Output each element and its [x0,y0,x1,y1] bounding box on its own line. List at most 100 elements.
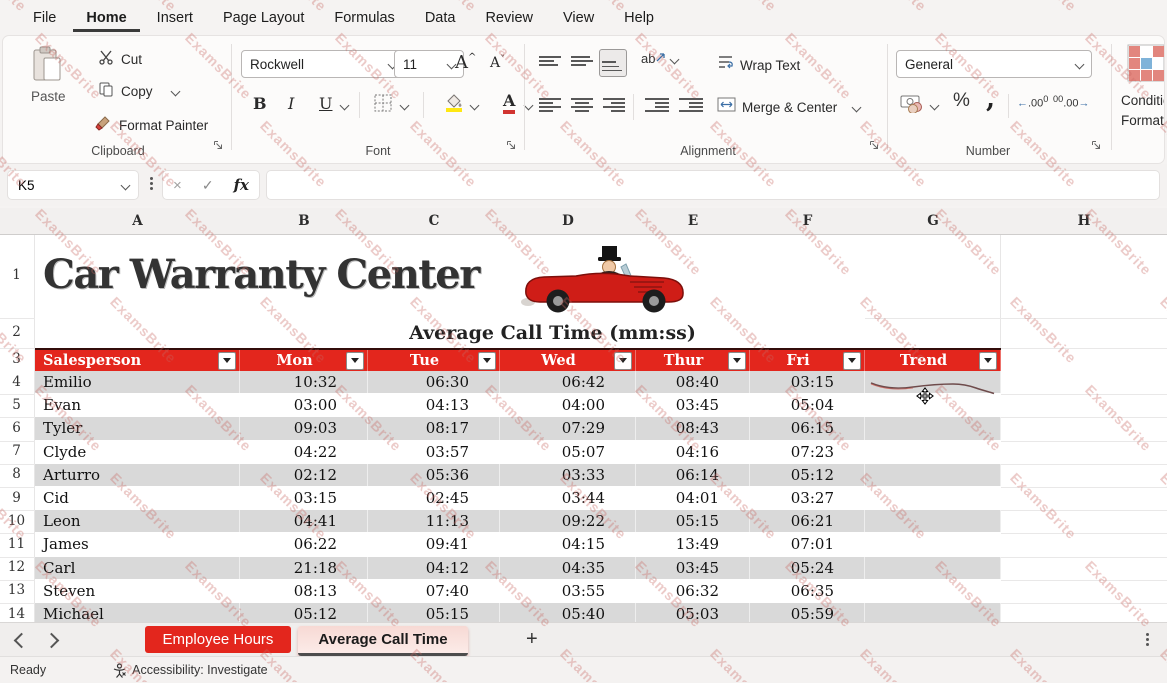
salesperson-cell[interactable]: Leon [35,510,240,532]
copy-button[interactable]: Copy [98,81,179,102]
row-header-10[interactable]: 10 [0,513,33,529]
time-cell[interactable]: 03:45 [636,557,750,579]
time-cell[interactable]: 08:13 [240,580,368,602]
row-header-5[interactable]: 5 [0,397,33,413]
new-sheet-button[interactable]: + [526,628,538,651]
tab-view[interactable]: View [550,4,607,32]
salesperson-cell[interactable]: James [35,533,240,555]
font-dialog-launcher-icon[interactable] [506,138,517,156]
cancel-icon[interactable]: × [173,177,182,194]
time-cell[interactable]: 06:42 [500,371,636,393]
time-cell[interactable]: 03:15 [240,487,368,509]
borders-dropdown-icon[interactable] [400,101,410,111]
next-sheet-icon[interactable] [44,633,60,649]
name-box-dropdown-icon[interactable] [121,180,131,190]
trend-cell[interactable] [865,464,1001,486]
salesperson-cell[interactable]: Emilio [35,371,240,393]
font-color-dropdown-icon[interactable] [524,101,534,111]
row-header-9[interactable]: 9 [0,490,33,506]
align-right-button[interactable] [603,98,625,112]
sheet-tab-employee-hours[interactable]: Employee Hours [145,626,291,653]
decrease-indent-button[interactable] [645,98,669,112]
increase-font-size-button[interactable]: A^ [455,52,476,73]
time-cell[interactable]: 05:04 [750,394,865,416]
row-header-12[interactable]: 12 [0,559,33,575]
column-header-E[interactable]: E [636,208,750,234]
time-cell[interactable]: 09:03 [240,417,368,439]
previous-sheet-icon[interactable] [14,633,30,649]
time-cell[interactable]: 05:59 [750,603,865,622]
time-cell[interactable]: 02:45 [368,487,500,509]
worksheet-grid[interactable]: ABCDEFGH 1234567891011121314 Car Warrant… [0,208,1167,622]
number-format-combobox[interactable]: General [896,50,1092,78]
tab-home[interactable]: Home [73,4,139,32]
underline-button[interactable]: U [319,94,332,113]
time-cell[interactable]: 03:45 [636,394,750,416]
time-cell[interactable]: 08:40 [636,371,750,393]
time-cell[interactable]: 06:32 [636,580,750,602]
salesperson-cell[interactable]: Evan [35,394,240,416]
number-dialog-launcher-icon[interactable] [1091,138,1102,156]
time-cell[interactable]: 04:13 [368,394,500,416]
trend-cell[interactable] [865,510,1001,532]
alignment-dialog-launcher-icon[interactable] [869,138,880,156]
tab-review[interactable]: Review [472,4,546,32]
time-cell[interactable]: 09:41 [368,533,500,555]
time-cell[interactable]: 03:33 [500,464,636,486]
time-cell[interactable]: 05:03 [636,603,750,622]
formula-input[interactable] [267,171,1159,199]
time-cell[interactable]: 03:55 [500,580,636,602]
format-painter-button[interactable]: Format Painter [95,114,208,136]
paste-button[interactable]: Paste [31,46,66,104]
time-cell[interactable]: 13:49 [636,533,750,555]
bottom-align-button[interactable] [599,49,627,77]
decrease-font-size-button[interactable]: Aˇ [490,55,505,71]
name-box[interactable]: K5 [8,171,138,199]
font-color-button[interactable]: A [503,91,515,114]
time-cell[interactable]: 05:40 [500,603,636,622]
filter-dropdown-button[interactable] [614,352,632,370]
salesperson-cell[interactable]: Cid [35,487,240,509]
time-cell[interactable]: 02:12 [240,464,368,486]
underline-dropdown-icon[interactable] [340,101,350,111]
time-cell[interactable]: 04:35 [500,557,636,579]
tab-help[interactable]: Help [611,4,667,32]
accounting-format-icon[interactable] [900,93,924,118]
clipboard-dialog-launcher-icon[interactable] [213,138,224,156]
time-cell[interactable]: 08:17 [368,417,500,439]
tab-data[interactable]: Data [412,4,469,32]
increase-decimal-button[interactable]: ←.000 [1017,94,1048,110]
decrease-decimal-button[interactable]: 00.00→ [1053,94,1089,110]
middle-align-button[interactable] [571,56,593,66]
trend-cell[interactable] [865,417,1001,439]
fill-color-dropdown-icon[interactable] [470,101,480,111]
filter-dropdown-button[interactable] [843,352,861,370]
row-header-14[interactable]: 14 [0,606,33,622]
time-cell[interactable]: 04:12 [368,557,500,579]
orientation-button[interactable]: ab [641,51,678,66]
column-header-C[interactable]: C [368,208,500,234]
time-cell[interactable]: 07:23 [750,441,865,463]
row-header-1[interactable]: 1 [0,267,33,283]
time-cell[interactable]: 03:15 [750,371,865,393]
time-cell[interactable]: 05:15 [636,510,750,532]
time-cell[interactable]: 03:57 [368,441,500,463]
borders-icon[interactable] [373,93,393,118]
salesperson-cell[interactable]: Tyler [35,417,240,439]
merge-center-button[interactable]: Merge & Center [717,96,860,118]
time-cell[interactable]: 03:00 [240,394,368,416]
time-cell[interactable]: 06:14 [636,464,750,486]
time-cell[interactable]: 06:15 [750,417,865,439]
insert-function-icon[interactable]: fx [234,176,249,194]
salesperson-cell[interactable]: Arturro [35,464,240,486]
trend-cell[interactable] [865,487,1001,509]
filter-dropdown-button[interactable] [478,352,496,370]
percent-style-button[interactable]: % [953,90,970,112]
time-cell[interactable]: 04:00 [500,394,636,416]
wrap-text-button[interactable]: Wrap Text [717,54,800,76]
time-cell[interactable]: 07:29 [500,417,636,439]
sheet-tab-average-call-time[interactable]: Average Call Time [298,626,468,656]
merge-center-dropdown-icon[interactable] [852,102,862,112]
accounting-dropdown-icon[interactable] [930,101,940,111]
row-header-13[interactable]: 13 [0,582,33,598]
